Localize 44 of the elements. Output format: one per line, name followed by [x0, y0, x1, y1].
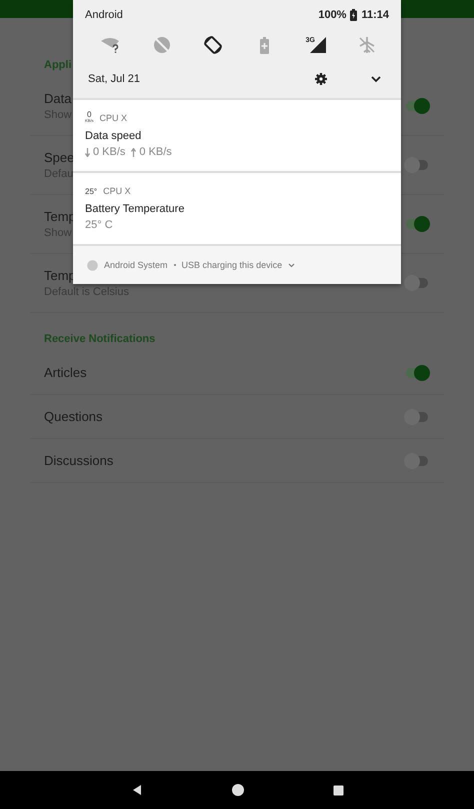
upload-arrow-icon: [131, 148, 136, 156]
temperature-icon: 25°: [85, 187, 98, 196]
home-icon[interactable]: [230, 783, 244, 797]
notification-title: Battery Temperature: [85, 203, 186, 215]
app-name: CPU X: [103, 186, 131, 196]
download-speed: 0 KB/s: [93, 146, 126, 158]
notification-title: Data speed: [85, 130, 142, 142]
date-label: Sat, Jul 21: [88, 73, 141, 85]
clock: 11:14: [361, 9, 389, 21]
expand-icon[interactable]: [371, 76, 381, 82]
system-icon: [87, 260, 98, 270]
separator-dot: [174, 264, 176, 266]
section-header: Receive Notifications: [44, 333, 156, 345]
wifi-icon[interactable]: [101, 37, 121, 53]
airplane-icon[interactable]: [358, 36, 376, 54]
toggle-switch[interactable]: [404, 452, 430, 468]
toggle-switch[interactable]: [404, 275, 430, 291]
do-not-disturb-icon[interactable]: [153, 36, 172, 54]
battery-percent: 100%: [318, 9, 346, 21]
app-name: CPU X: [99, 113, 127, 123]
setting-title: Questions: [44, 409, 103, 424]
battery-saver-icon[interactable]: [260, 36, 270, 54]
setting-title: Discussions: [44, 453, 114, 468]
carrier-label: Android: [85, 9, 123, 21]
recents-icon[interactable]: [332, 784, 344, 796]
system-notification[interactable]: Android System USB charging this device: [73, 246, 401, 284]
upload-speed: 0 KB/s: [139, 146, 172, 158]
toggle-switch[interactable]: [404, 364, 430, 380]
toggle-switch[interactable]: [404, 157, 430, 173]
section-header: Appli: [44, 59, 72, 71]
toggle-switch[interactable]: [404, 216, 430, 232]
battery-icon: [350, 9, 358, 21]
toggle-switch[interactable]: [404, 98, 430, 114]
app-name: Android System: [104, 260, 168, 270]
auto-rotate-icon[interactable]: [203, 35, 224, 55]
notification-text: 25° C: [85, 219, 114, 231]
toggle-switch[interactable]: [404, 408, 430, 424]
setting-title: Articles: [44, 365, 87, 380]
settings-icon[interactable]: [315, 73, 327, 85]
setting-title: Spee: [44, 150, 74, 165]
download-arrow-icon: [85, 148, 90, 156]
notification-text: USB charging this device: [182, 260, 282, 270]
back-icon[interactable]: [130, 784, 142, 796]
setting-title: Data: [44, 91, 72, 106]
